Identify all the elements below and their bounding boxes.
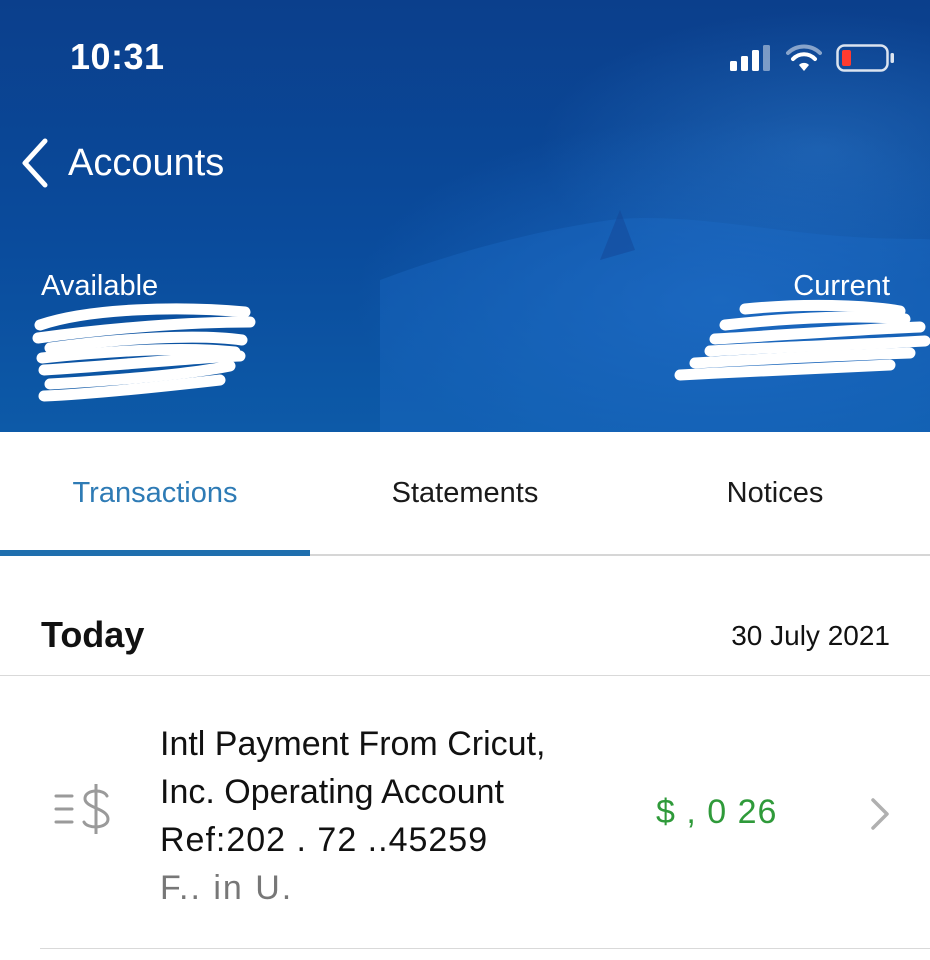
section-date: 30 July 2021 — [731, 620, 890, 651]
tab-transactions[interactable]: Transactions — [0, 432, 310, 556]
transaction-row[interactable]: Intl Payment From Cricut, Inc. Operating… — [0, 676, 930, 948]
wifi-icon — [786, 44, 822, 71]
transaction-reference: Ref:202 . 72 ..45259 — [160, 821, 489, 859]
signal-icon — [730, 45, 770, 71]
chevron-right-icon — [871, 798, 889, 830]
transaction-amount: $ , 0 26 — [656, 793, 778, 831]
tab-statements[interactable]: Statements — [310, 432, 620, 554]
chevron-left-icon — [22, 138, 48, 188]
tab-bar: Transactions Statements Notices — [0, 432, 930, 556]
dollar-lines-icon — [54, 784, 110, 834]
transaction-line-2: Inc. Operating Account — [160, 773, 504, 811]
back-label: Accounts — [68, 141, 225, 184]
date-section-header: Today 30 July 2021 — [0, 556, 930, 676]
current-balance-redaction — [674, 299, 930, 381]
transaction-line-1: Intl Payment From Cricut, — [160, 725, 546, 763]
transaction-description: Intl Payment From Cricut, Inc. Operating… — [160, 720, 620, 912]
tab-notices[interactable]: Notices — [620, 432, 930, 554]
row-divider — [40, 948, 930, 949]
battery-icon — [836, 44, 894, 72]
transaction-line-4: F.. in U. — [160, 869, 294, 907]
available-balance-redaction — [32, 303, 256, 402]
available-label: Available — [41, 270, 159, 302]
status-icons — [730, 40, 896, 76]
back-button[interactable]: Accounts — [20, 138, 224, 188]
status-time: 10:31 — [70, 36, 165, 77]
section-title: Today — [41, 614, 145, 655]
account-header: 10:31 Accounts Available Current — [0, 0, 930, 432]
